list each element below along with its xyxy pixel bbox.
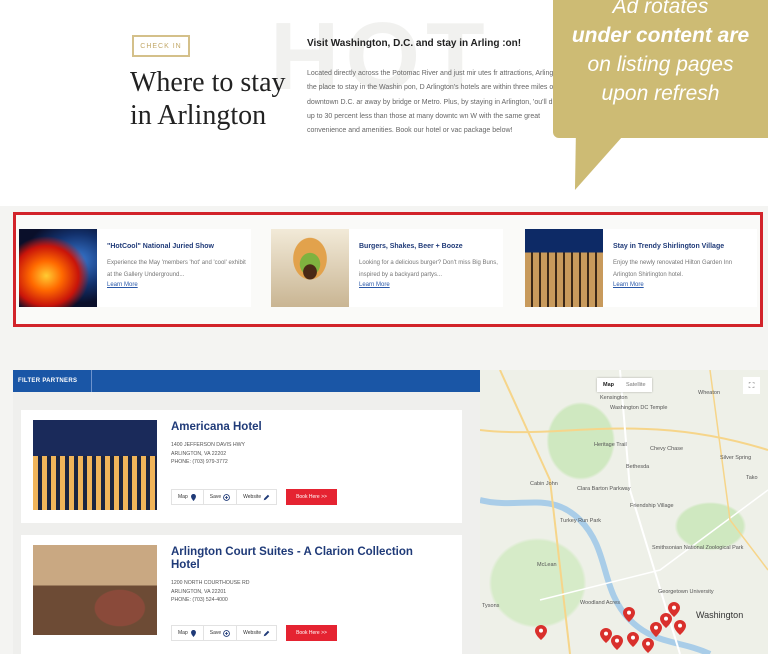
annotation-line-3: on listing pages [587,53,734,76]
intro-title: Visit Washington, D.C. and stay in Arlin… [307,38,522,49]
page-heading: Where to stay in Arlington [130,67,286,131]
map-label: Tysons [482,603,500,609]
map-label: Bethesda [626,464,650,470]
annotation-line-2: under content are [571,24,750,47]
map-label: McLean [537,562,557,568]
intro-body: Located directly across the Potomac Rive… [307,70,571,135]
address-line-1: 1400 JEFFERSON DAVIS HWY [171,442,245,448]
hotel-pin-icon[interactable] [611,635,623,650]
ad-image-fire[interactable] [19,229,97,307]
hotel-card-arlington-court: Arlington Court Suites - A Clarion Colle… [21,535,462,654]
pencil-icon [263,630,270,636]
book-here-button[interactable]: Book Here >> [286,489,337,505]
map-label: Cabin John [530,481,558,487]
ad-title[interactable]: "HotCool" National Juried Show [107,243,214,250]
annotation-text: Ad rotates under content are on listing … [553,0,768,108]
ad-card-shirlington[interactable]: Stay in Trendy Shirlington Village Enjoy… [525,229,757,307]
map-label: Clara Barton Parkway [577,486,631,492]
address-line-2: ARLINGTON, VA 22201 [171,588,227,595]
fullscreen-button[interactable]: ⛶ [743,377,760,394]
map-button[interactable]: Map [172,626,204,640]
map-label: Wheaton [698,390,721,396]
map-type-map[interactable]: Map [597,378,620,392]
hotel-photo[interactable] [33,545,157,635]
map-label: Smithsonian National Zoological Park [652,545,744,551]
hotel-actions: Map Save Website [171,489,278,505]
map-button[interactable]: Map [172,490,204,504]
map-label: Friendship Village [630,503,674,509]
ad-learn-more-link[interactable]: Learn More [613,282,644,288]
website-label: Website [243,494,262,500]
save-button[interactable]: Save [204,626,238,640]
ad-description: Enjoy the newly renovated Hilton Garden … [613,260,733,278]
map-label-washington: Washington [696,610,744,620]
phone-line: PHONE: (703) 524-4000 [171,597,228,603]
save-label: Save [209,494,222,500]
map-label: Silver Spring [720,455,752,461]
ad-image-building[interactable] [525,229,603,307]
website-label: Website [243,630,262,636]
hotel-photo[interactable] [33,420,157,510]
map-label: Tako [746,475,758,481]
hotel-name[interactable]: Americana Hotel [171,421,441,434]
phone-line: PHONE: (703) 979-3772 [171,459,228,465]
save-label: Save [209,630,222,636]
hotel-name[interactable]: Arlington Court Suites - A Clarion Colle… [171,546,441,572]
map-pin-icon [190,629,196,637]
hotel-pin-icon[interactable] [650,622,662,637]
save-button[interactable]: Save [204,490,238,504]
filter-partners-tab[interactable]: FILTER PARTNERS [13,370,92,392]
hotel-address: 1400 JEFFERSON DAVIS HWY ARLINGTON, VA 2… [171,441,245,467]
hotel-map[interactable]: Map Satellite ⛶ Kensington Wheaton Washi… [480,370,768,654]
website-button[interactable]: Website [237,626,276,640]
map-label: Kensington [600,395,628,401]
ad-image-burger[interactable] [271,229,349,307]
ad-card-hotcool[interactable]: "HotCool" National Juried Show Experienc… [19,229,251,307]
hotel-pin-icon[interactable] [674,620,686,635]
map-label: Woodland Acres [580,600,620,606]
map-label: Chevy Chase [650,446,684,452]
ad-title[interactable]: Burgers, Shakes, Beer + Booze [359,243,463,250]
map-label: Turkey Run Park [560,518,602,524]
hotel-address: 1200 NORTH COURTHOUSE RD ARLINGTON, VA 2… [171,579,250,605]
hotel-actions: Map Save Website [171,625,278,641]
map-label: Georgetown University [658,589,714,595]
ad-description: Experience the May 'members 'hot' and 'c… [107,260,246,278]
annotation-line-1: Ad rotates [612,0,709,18]
website-button[interactable]: Website [237,490,276,504]
ad-description: Looking for a delicious burger? Don't mi… [359,260,498,278]
plus-circle-icon [223,493,231,501]
book-here-button[interactable]: Book Here >> [286,625,337,641]
address-line-1: 1200 NORTH COURTHOUSE RD [171,580,250,586]
hotel-pin-icon[interactable] [535,625,547,640]
ad-learn-more-link[interactable]: Learn More [107,282,138,288]
map-label: Washington DC Temple [610,405,668,411]
map-type-satellite[interactable]: Satellite [620,378,652,392]
annotation-line-4: upon refresh [601,82,720,105]
hotel-pin-icon[interactable] [642,638,654,653]
hotel-card-americana: Americana Hotel 1400 JEFFERSON DAVIS HWY… [21,410,462,523]
map-label: Heritage Trail [594,442,627,448]
address-line-2: ARLINGTON, VA 22202 [171,450,227,457]
map-label: Map [178,630,188,636]
hotel-pin-icon[interactable] [627,632,639,647]
ad-learn-more-link[interactable]: Learn More [359,282,390,288]
plus-circle-icon [223,629,231,637]
pencil-icon [263,494,270,500]
hotel-pin-icon[interactable] [623,607,635,622]
ad-strip: "HotCool" National Juried Show Experienc… [13,212,763,327]
check-in-badge: CHECK IN [132,35,190,57]
filter-bar: FILTER PARTNERS [13,370,480,392]
map-type-toggle: Map Satellite [597,378,652,392]
ad-title[interactable]: Stay in Trendy Shirlington Village [613,243,724,250]
map-pin-icon [190,493,196,501]
ad-card-burgers[interactable]: Burgers, Shakes, Beer + Booze Looking fo… [271,229,503,307]
map-label: Map [178,494,188,500]
